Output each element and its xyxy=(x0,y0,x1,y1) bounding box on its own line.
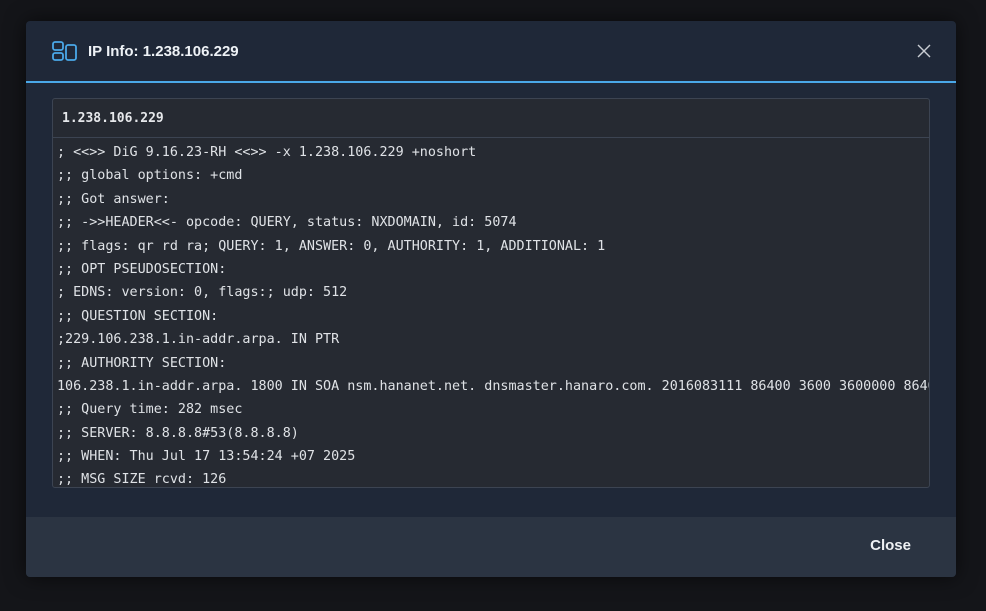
output-line: ; <<>> DiG 9.16.23-RH <<>> -x 1.238.106.… xyxy=(57,145,477,160)
output-line: ;; AUTHORITY SECTION: xyxy=(57,355,227,371)
output-line: ;; OPT PSEUDOSECTION: xyxy=(57,261,227,277)
output-line: ;; SERVER: 8.8.8.8#53(8.8.8.8) xyxy=(57,425,299,441)
output-line: ;229.106.238.1.in-addr.arpa. IN PTR xyxy=(57,332,340,348)
ip-info-dialog: IP Info: 1.238.106.229 1.238.106.229 ; <… xyxy=(26,21,956,577)
close-icon[interactable] xyxy=(916,43,932,59)
output-heading: 1.238.106.229 xyxy=(53,99,929,138)
output-line: ;; MSG SIZE rcvd: 126 xyxy=(57,472,227,488)
output-line: ;; Got answer: xyxy=(57,191,170,207)
output-line: ;; flags: qr rd ra; QUERY: 1, ANSWER: 0,… xyxy=(57,238,606,254)
dialog-title: IP Info: 1.238.106.229 xyxy=(88,42,239,60)
dig-output-panel: 1.238.106.229 ; <<>> DiG 9.16.23-RH <<>>… xyxy=(52,98,930,488)
output-line: ;; QUESTION SECTION: xyxy=(57,308,219,324)
output-lines: ; <<>> DiG 9.16.23-RH <<>> -x 1.238.106.… xyxy=(53,138,930,488)
dialog-footer: Close xyxy=(26,517,956,577)
output-line: ;; Query time: 282 msec xyxy=(57,402,243,418)
output-line: 106.238.1.in-addr.arpa. 1800 IN SOA nsm.… xyxy=(57,378,930,394)
dialog-header: IP Info: 1.238.106.229 xyxy=(26,21,956,83)
output-line: ;; global options: +cmd xyxy=(57,168,243,184)
output-line: ; EDNS: version: 0, flags:; udp: 512 xyxy=(57,285,348,301)
close-button[interactable]: Close xyxy=(870,537,911,554)
output-line: ;; WHEN: Thu Jul 17 13:54:24 +07 2025 xyxy=(57,449,356,465)
output-line: ;; ->>HEADER<<- opcode: QUERY, status: N… xyxy=(57,215,517,231)
layout-icon xyxy=(52,41,77,61)
